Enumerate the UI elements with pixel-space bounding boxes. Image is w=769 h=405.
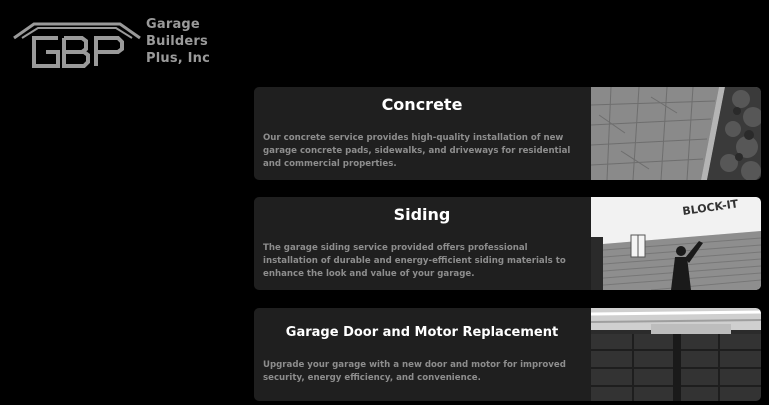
concrete-photo <box>591 87 761 180</box>
brand-logo[interactable]: Garage Builders Plus, Inc <box>12 16 210 70</box>
service-card-body: Garage Door and Motor Replacement Upgrad… <box>254 308 590 401</box>
service-card-body: Concrete Our concrete service provides h… <box>254 87 590 180</box>
brand-name-line: Garage <box>146 17 200 32</box>
service-card-body: Siding The garage siding service provide… <box>254 197 590 290</box>
gbp-logo-mark-icon <box>13 22 141 68</box>
service-title: Siding <box>393 205 451 224</box>
service-description: Upgrade your garage with a new door and … <box>263 360 566 384</box>
service-card-concrete[interactable]: Concrete Our concrete service provides h… <box>254 87 761 180</box>
siding-photo: BLOCK-IT <box>591 197 761 290</box>
service-description: The garage siding service provided offer… <box>263 243 566 280</box>
brand-name-line: Plus, Inc <box>146 51 211 66</box>
service-description: Our concrete service provides high-quali… <box>263 133 571 170</box>
brand-name: Garage Builders Plus, Inc <box>146 16 210 67</box>
brand-name-line: Builders <box>146 34 208 49</box>
service-title: Concrete <box>381 95 463 114</box>
service-card-siding[interactable]: Siding The garage siding service provide… <box>254 197 761 290</box>
service-card-garage-door[interactable]: Garage Door and Motor Replacement Upgrad… <box>254 308 761 401</box>
garage-door-photo <box>591 308 761 401</box>
service-title: Garage Door and Motor Replacement <box>285 325 559 340</box>
